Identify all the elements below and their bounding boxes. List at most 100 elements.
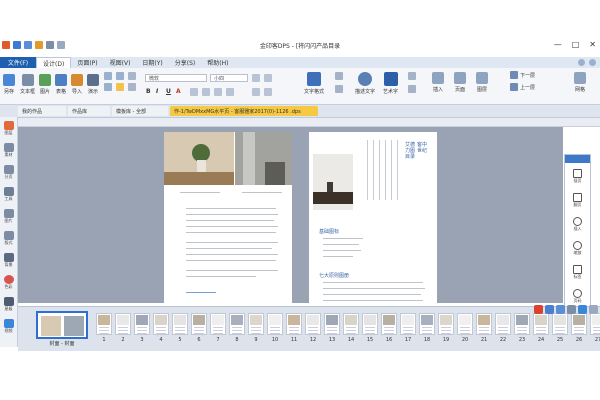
grid-button[interactable]: 网格 [574, 72, 586, 93]
left-item-materials[interactable]: 素材 [3, 143, 14, 158]
tab-view[interactable]: 视图(V) [104, 57, 137, 68]
left-item-color[interactable]: 色彩 [3, 275, 14, 290]
tab-page[interactable]: 页面(P) [71, 57, 103, 68]
layer-button[interactable]: 图层 [476, 72, 488, 93]
left-item-tools[interactable]: 工具 [3, 187, 14, 202]
page-button[interactable]: 页面 [454, 72, 466, 93]
thumbnail-page[interactable] [153, 313, 169, 335]
thumbnail-page[interactable] [514, 313, 530, 335]
photo-plants[interactable] [164, 132, 234, 185]
thumbnail-page[interactable] [324, 313, 340, 335]
tab-share[interactable]: 分享(S) [169, 57, 202, 68]
tab-my-works[interactable]: 我的作品 [18, 106, 66, 116]
left-page[interactable] [164, 132, 292, 303]
save-as-button[interactable]: 另存 [3, 74, 15, 95]
bring-forward-button[interactable]: 上一层 [510, 83, 535, 91]
section-heading-a[interactable]: 基础图标 [319, 228, 339, 235]
tab-template-library[interactable]: 模板库 - 全部 [112, 106, 168, 116]
thumbnail-page[interactable] [172, 313, 188, 335]
tab-works-library[interactable]: 作品库 [68, 106, 110, 116]
thumbnail-page[interactable] [400, 313, 416, 335]
right-item-page-number[interactable]: 页码 [565, 289, 590, 304]
skin-icon[interactable] [578, 305, 587, 314]
tab-design[interactable]: 设计(D) [36, 56, 72, 69]
eraser-icon[interactable] [408, 85, 416, 93]
brush-icon[interactable] [408, 72, 416, 80]
align-left-icon[interactable] [190, 88, 198, 96]
section-heading-b[interactable]: 七大原则图册 [319, 272, 349, 279]
settings-icon[interactable] [589, 59, 596, 66]
left-item-pages[interactable]: 分页 [3, 165, 14, 180]
font-size-select[interactable]: 小四 [210, 74, 248, 82]
text-format-button[interactable]: 文字格式 [304, 72, 324, 95]
font-name-select[interactable]: 微软 [145, 74, 207, 82]
thumbnail-page[interactable] [381, 313, 397, 335]
thumbnail-cover[interactable] [36, 311, 88, 339]
align-icon[interactable] [128, 72, 136, 80]
paste-icon[interactable] [104, 83, 112, 91]
indent-icon[interactable] [252, 88, 260, 96]
thumbnail-page[interactable] [229, 313, 245, 335]
insert-button[interactable]: 插入 [432, 72, 444, 93]
thumbnail-page[interactable] [571, 313, 587, 335]
format-painter-icon[interactable] [116, 83, 124, 91]
line-icon[interactable] [335, 85, 343, 93]
sogou-icon[interactable] [534, 305, 543, 314]
left-item-images[interactable]: 图片 [3, 209, 14, 224]
underline-button[interactable]: U [166, 88, 171, 95]
justify-icon[interactable] [226, 88, 234, 96]
table-button[interactable]: 表格 [55, 74, 67, 95]
import-button[interactable]: 导入 [71, 74, 83, 95]
user-icon[interactable] [567, 305, 576, 314]
thumbnail-page[interactable] [210, 313, 226, 335]
thumbnail-page[interactable] [286, 313, 302, 335]
right-item-flip[interactable]: 翻页 [565, 193, 590, 208]
outdent-icon[interactable] [264, 88, 272, 96]
keyboard-icon[interactable] [545, 305, 554, 314]
editing-canvas[interactable]: 艾德 力图目录 客中世纪 基础图标 七大原则图册 [18, 127, 563, 303]
mic-icon[interactable] [556, 305, 565, 314]
thumbnail-page[interactable] [419, 313, 435, 335]
thumbnail-page[interactable] [495, 313, 511, 335]
left-item-rating[interactable]: 星级 [3, 297, 14, 312]
close-button[interactable]: ✕ [589, 40, 596, 49]
right-title-b[interactable]: 客中世纪 [417, 142, 427, 154]
thumbnail-page[interactable] [533, 313, 549, 335]
tab-help[interactable]: 帮助(H) [201, 57, 234, 68]
thumbnail-page[interactable] [476, 313, 492, 335]
cut-icon[interactable] [104, 72, 112, 80]
thumbnail-page[interactable] [343, 313, 359, 335]
shape-icon[interactable] [335, 72, 343, 80]
left-item-background[interactable]: 背景 [3, 253, 14, 268]
thumbnail-page[interactable] [457, 313, 473, 335]
send-backward-button[interactable]: 下一层 [510, 71, 535, 79]
thumbnail-page[interactable] [590, 313, 600, 335]
left-item-video[interactable]: 视频 [3, 319, 14, 334]
present-button[interactable]: 演示 [87, 74, 99, 95]
right-item-tags[interactable]: 标签 [565, 265, 590, 280]
right-title-a[interactable]: 艾德 力图目录 [405, 142, 415, 160]
describe-text-button[interactable]: 描述文字 [355, 72, 375, 95]
bold-button[interactable]: B [146, 88, 151, 95]
italic-button[interactable]: I [156, 88, 158, 95]
help-icon[interactable] [578, 59, 585, 66]
grid-menu-icon[interactable] [589, 305, 598, 314]
distribute-icon[interactable] [128, 83, 136, 91]
tab-date[interactable]: 日期(Y) [136, 57, 168, 68]
thumbnail-page[interactable] [134, 313, 150, 335]
thumbnail-page[interactable] [96, 313, 112, 335]
align-center-icon[interactable] [202, 88, 210, 96]
minimize-button[interactable]: — [554, 40, 562, 49]
font-color-button[interactable]: A [176, 88, 181, 95]
thumbnail-page[interactable] [305, 313, 321, 335]
thumbnail-page[interactable] [552, 313, 568, 335]
tab-current-document[interactable]: 作-1/TwDMxxMG水平页 - 客服雅家2017(0)-1126 .dps [170, 106, 318, 116]
left-item-layout[interactable]: 版式 [3, 231, 14, 246]
align-right-icon[interactable] [214, 88, 222, 96]
textbox-button[interactable]: 文本框 [20, 74, 35, 95]
line-spacing-icon[interactable] [252, 74, 260, 82]
right-item-zoom[interactable]: 缩放 [565, 241, 590, 256]
thumbnail-page[interactable] [115, 313, 131, 335]
right-item-insert-page[interactable]: 插页 [565, 169, 590, 184]
image-button[interactable]: 图片 [39, 74, 51, 95]
